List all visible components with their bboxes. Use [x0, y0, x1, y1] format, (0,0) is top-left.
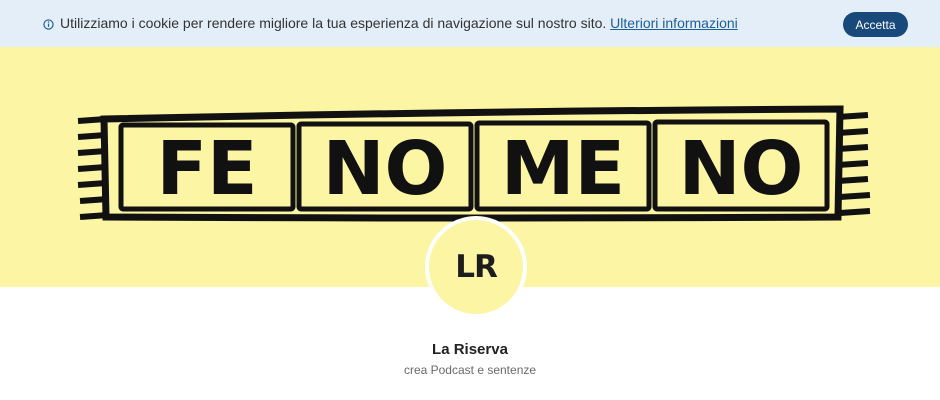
logo-block-1: FE — [156, 126, 257, 212]
info-icon — [43, 19, 54, 30]
cookie-message: Utilizziamo i cookie per rendere miglior… — [60, 15, 738, 31]
cookie-message-text: Utilizziamo i cookie per rendere miglior… — [60, 15, 607, 31]
cookie-banner: Utilizziamo i cookie per rendere miglior… — [0, 0, 940, 47]
avatar-initials: LR — [455, 249, 498, 285]
avatar: LR — [425, 216, 527, 318]
creator-name: La Riserva — [432, 341, 508, 358]
logo-block-4: NO — [679, 126, 804, 212]
logo-block-2: NO — [323, 126, 448, 212]
logo-block-3: ME — [501, 126, 625, 212]
avatar-circle: LR — [429, 220, 523, 314]
accept-cookies-button[interactable]: Accetta — [843, 12, 908, 37]
creator-tagline: crea Podcast e sentenze — [403, 363, 537, 377]
more-info-link[interactable]: Ulteriori informazioni — [610, 15, 738, 31]
